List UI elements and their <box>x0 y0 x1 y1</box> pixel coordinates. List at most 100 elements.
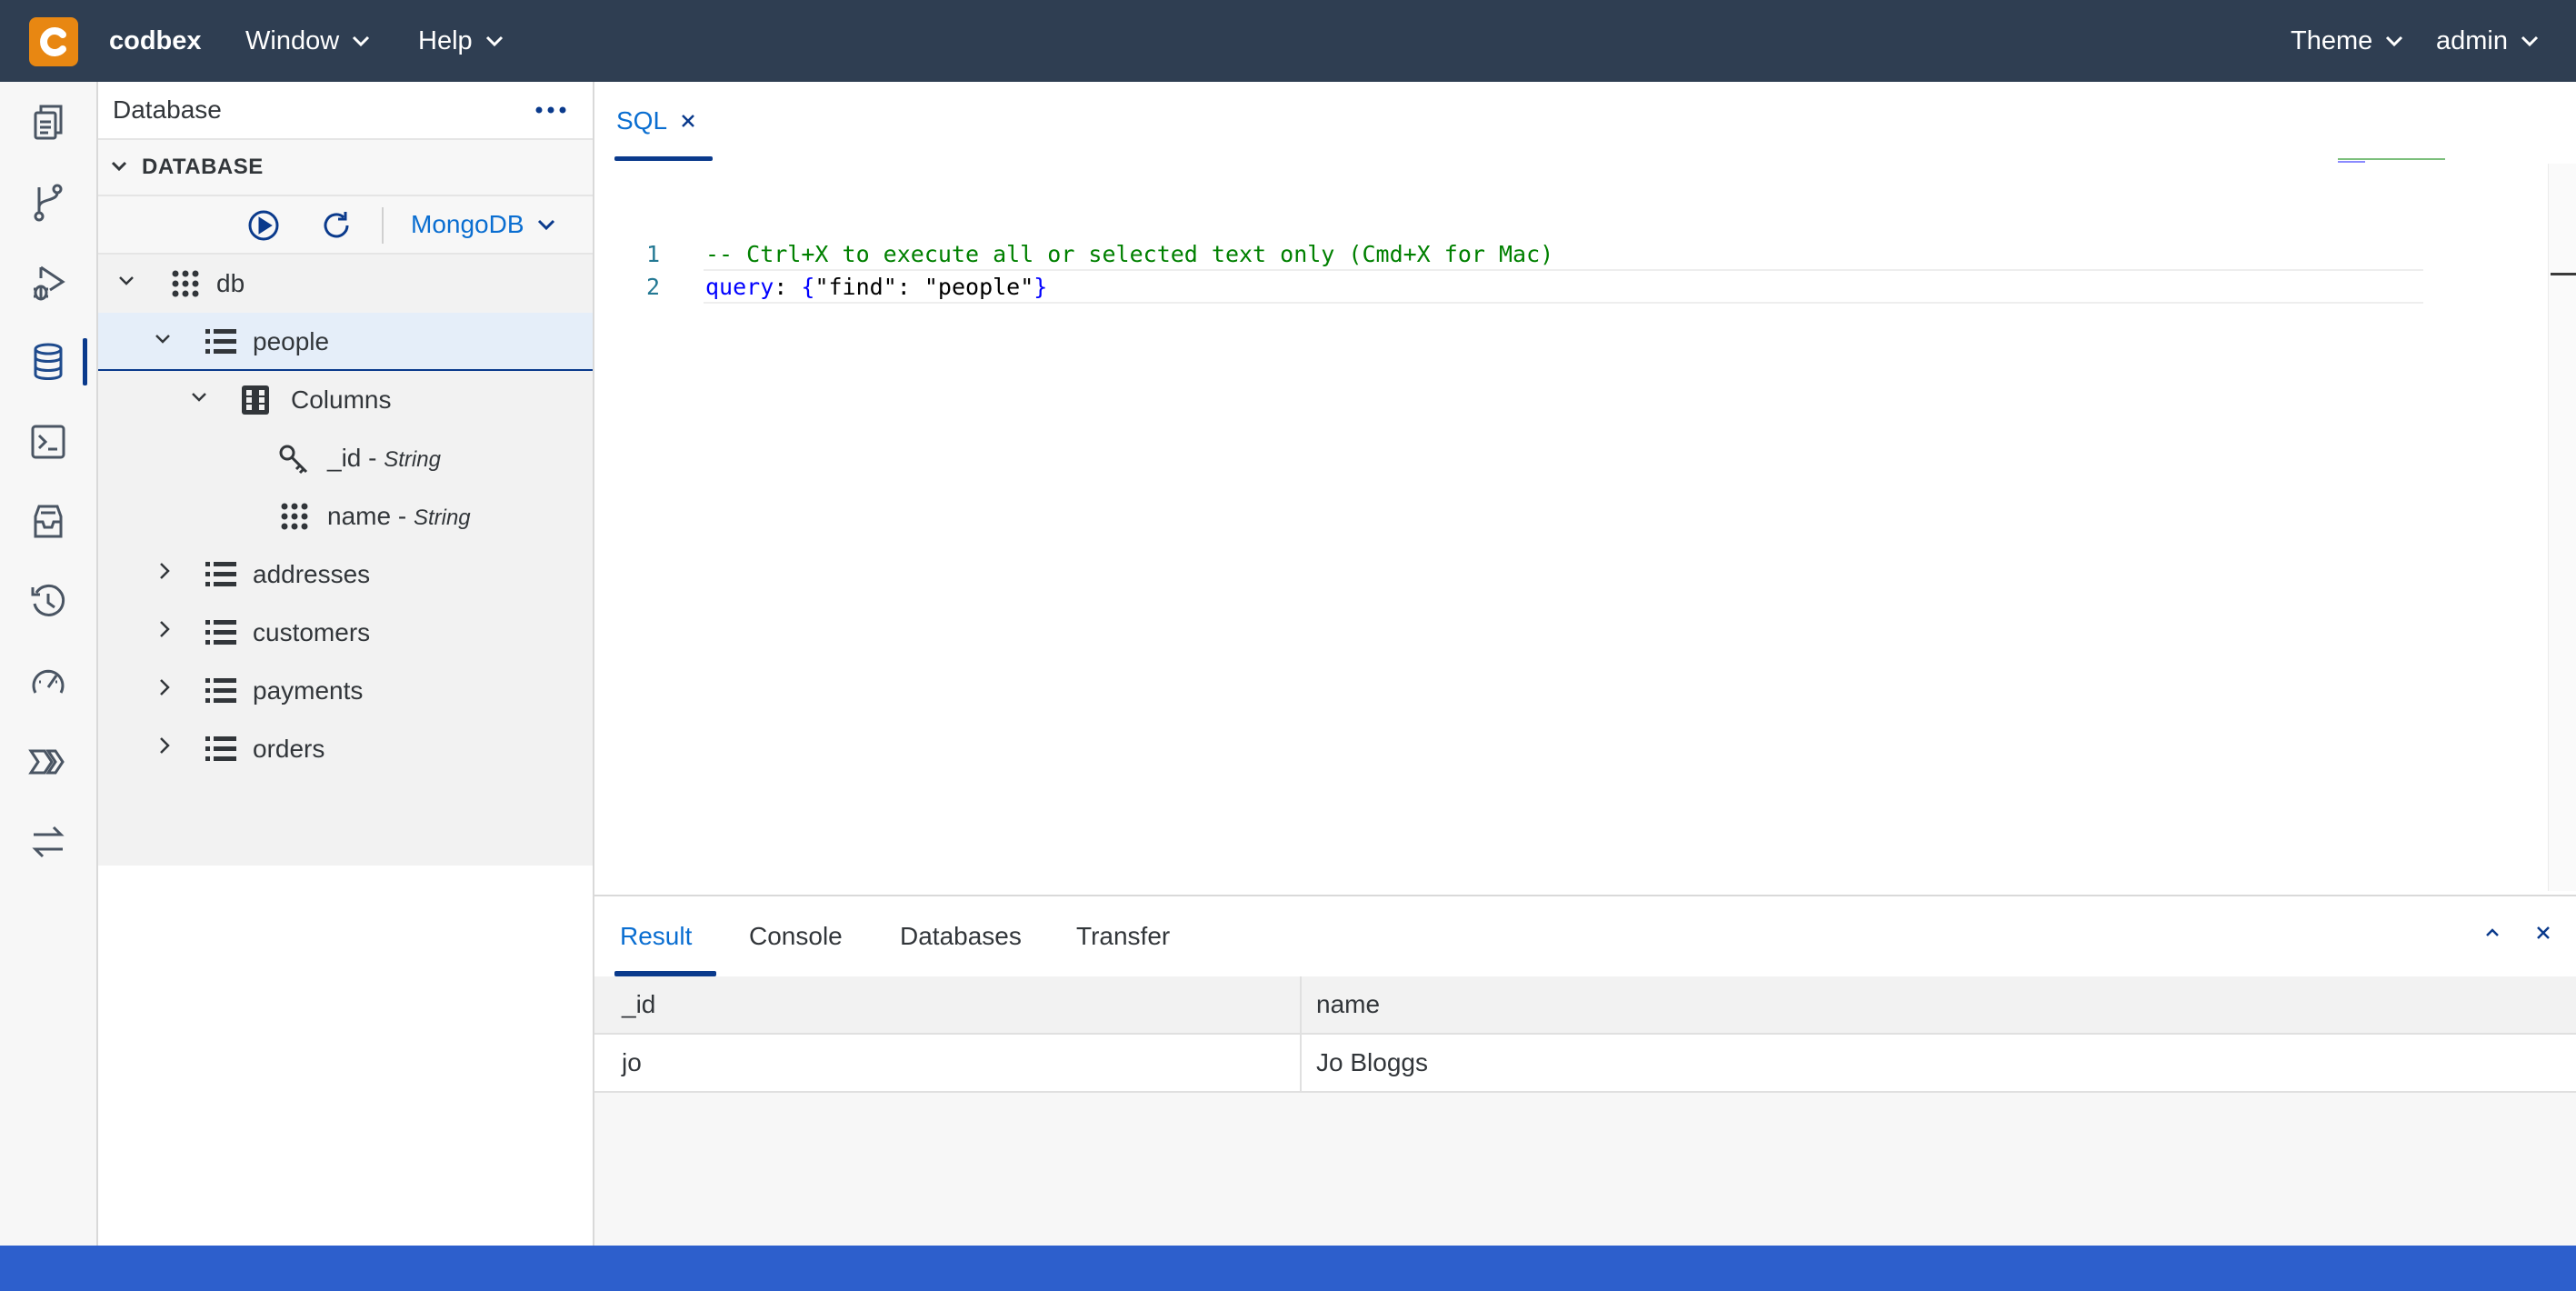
database-sidebar: Database DATABASE MongoDB db people Colu… <box>98 82 594 1246</box>
column-header[interactable]: _id <box>622 976 655 1033</box>
chevron-down-icon <box>2386 35 2403 47</box>
tab-databases[interactable]: Databases <box>900 896 1022 976</box>
code-text: query: {"find": "people"} <box>705 271 1047 304</box>
more-options-icon[interactable] <box>534 101 567 124</box>
tree-item-label: _id - String <box>327 429 441 489</box>
chevron-up-icon[interactable] <box>2483 924 2501 942</box>
section-title: DATABASE <box>142 155 264 179</box>
code-brace: { <box>801 274 815 300</box>
chevron-down-icon <box>2521 35 2539 47</box>
tree-item-label: addresses <box>253 560 371 588</box>
minimap[interactable] <box>2338 158 2456 164</box>
refresh-icon[interactable] <box>320 209 353 246</box>
table-row[interactable]: jo Jo Bloggs <box>594 1035 2576 1093</box>
database-toolbar: MongoDB <box>98 196 593 255</box>
tab-result[interactable]: Result <box>620 896 692 976</box>
top-bar: codbex Window Help Theme admin <box>0 0 2576 82</box>
datasource-value: MongoDB <box>411 210 524 238</box>
chevron-right-icon[interactable] <box>158 736 171 755</box>
process-icon[interactable] <box>0 726 96 798</box>
tab-console[interactable]: Console <box>749 896 843 976</box>
chevron-down-icon <box>111 161 127 172</box>
theme-menu[interactable]: Theme <box>2291 0 2403 82</box>
list-icon <box>205 678 236 703</box>
chevron-right-icon[interactable] <box>158 678 171 696</box>
tree-item-customers[interactable]: customers <box>98 604 593 662</box>
line-border <box>704 302 2423 304</box>
grid-dots-icon <box>172 270 199 297</box>
toolbar-separator <box>382 207 384 244</box>
list-icon <box>205 329 236 354</box>
editor-scrollbar[interactable] <box>2548 164 2576 891</box>
grid-dots-icon <box>281 503 308 530</box>
tab-transfer[interactable]: Transfer <box>1076 896 1170 976</box>
debug-icon[interactable] <box>0 245 96 318</box>
tree-item-label: orders <box>253 735 325 763</box>
column-type: String <box>384 447 441 472</box>
sidebar-title: Database <box>113 95 222 124</box>
code-punct: : <box>896 274 924 300</box>
column-separator <box>1300 976 1302 1033</box>
menu-window[interactable]: Window <box>245 0 370 82</box>
terminal-icon[interactable] <box>0 405 96 478</box>
tab-sql-label: SQL <box>616 106 668 135</box>
close-icon[interactable] <box>2534 924 2552 942</box>
column-header[interactable]: name <box>1316 976 1380 1033</box>
tree-item-addresses[interactable]: addresses <box>98 545 593 604</box>
tree-item-column-name[interactable]: name - String <box>98 487 593 545</box>
files-icon[interactable] <box>0 85 96 158</box>
theme-menu-label: Theme <box>2291 26 2373 55</box>
chevron-down-icon <box>537 219 554 231</box>
git-branch-icon[interactable] <box>0 165 96 238</box>
run-icon[interactable] <box>247 209 280 246</box>
chevron-down-icon[interactable] <box>155 333 171 345</box>
code-punct: : <box>774 274 802 300</box>
user-menu[interactable]: admin <box>2436 0 2539 82</box>
scroll-position-marker <box>2551 273 2576 275</box>
gauge-icon[interactable] <box>0 646 96 718</box>
codbex-logo-icon[interactable] <box>29 17 78 66</box>
list-icon <box>205 620 236 645</box>
activity-bar <box>0 82 98 1246</box>
tree-item-label: people <box>253 327 330 355</box>
table-cell: jo <box>622 1048 642 1076</box>
chevron-down-icon <box>485 35 503 47</box>
code-brace: } <box>1033 274 1048 300</box>
menu-help-label: Help <box>418 26 473 55</box>
sidebar-empty-area <box>98 866 593 1246</box>
tree-item-people[interactable]: people <box>98 313 593 371</box>
chevron-right-icon[interactable] <box>158 620 171 638</box>
code-line-1: 1 -- Ctrl+X to execute all or selected t… <box>594 238 2576 271</box>
chevron-right-icon[interactable] <box>158 562 171 580</box>
chevron-down-icon[interactable] <box>191 391 207 404</box>
close-icon[interactable] <box>680 113 696 129</box>
database-icon[interactable] <box>0 325 96 398</box>
tree-item-column-id[interactable]: _id - String <box>98 429 593 487</box>
tab-sql[interactable]: SQL <box>616 82 696 160</box>
schema-tree: db people Columns _id - String name - St… <box>98 255 593 866</box>
line-number: 2 <box>645 274 660 300</box>
code-comment: -- Ctrl+X to execute all or selected tex… <box>705 241 1554 267</box>
panel-tab-bar: Result Console Databases Transfer <box>594 896 2576 976</box>
tree-item-label: payments <box>253 676 364 705</box>
menu-help[interactable]: Help <box>418 0 504 82</box>
columns-icon <box>242 385 269 415</box>
list-icon <box>205 562 236 586</box>
transfer-icon[interactable] <box>0 806 96 878</box>
chevron-down-icon[interactable] <box>118 275 135 287</box>
tree-item-db[interactable]: db <box>98 255 593 313</box>
column-name: name - <box>327 502 414 530</box>
code-keyword: query <box>705 274 774 300</box>
tree-item-columns[interactable]: Columns <box>98 371 593 429</box>
tree-item-orders[interactable]: orders <box>98 720 593 778</box>
database-section-header[interactable]: DATABASE <box>98 140 593 196</box>
column-name: _id - <box>327 444 384 472</box>
code-line-2: 2 query: {"find": "people"} <box>594 271 2576 304</box>
tree-item-payments[interactable]: payments <box>98 662 593 720</box>
datasource-select[interactable]: MongoDB <box>411 196 555 253</box>
inbox-icon[interactable] <box>0 485 96 558</box>
history-icon[interactable] <box>0 565 96 638</box>
table-header-row: _id name <box>594 976 2576 1035</box>
list-icon <box>205 736 236 761</box>
column-separator <box>1300 1035 1302 1091</box>
